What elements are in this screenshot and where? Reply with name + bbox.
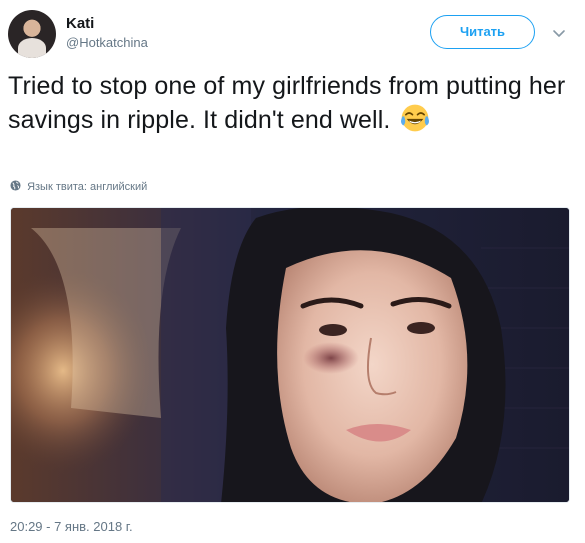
selfie-photo: [11, 208, 569, 502]
user-handle[interactable]: @Hotkatchina: [66, 34, 148, 52]
language-note: Язык твита: английский: [10, 180, 147, 194]
tweet-timestamp[interactable]: 20:29 - 7 янв. 2018 г.: [10, 519, 133, 535]
user-names[interactable]: Kati @Hotkatchina: [66, 14, 148, 52]
language-note-text: Язык твита: английский: [27, 181, 148, 193]
display-name[interactable]: Kati: [66, 14, 148, 34]
tweet-photo[interactable]: [10, 207, 570, 503]
avatar[interactable]: [8, 10, 56, 58]
follow-button[interactable]: Читать: [430, 15, 535, 49]
tweet-card: Kati @Hotkatchina Читать Tried to stop o…: [0, 0, 585, 543]
tweet-header: Kati @Hotkatchina Читать: [8, 10, 578, 58]
tweet-text-block: Tried to stop one of my girlfriends from…: [8, 70, 568, 137]
tears-of-joy-emoji-icon: [401, 104, 430, 132]
globe-icon: [10, 180, 21, 191]
tweet-text: Tried to stop one of my girlfriends from…: [8, 72, 566, 134]
chevron-down-icon[interactable]: [552, 26, 566, 40]
